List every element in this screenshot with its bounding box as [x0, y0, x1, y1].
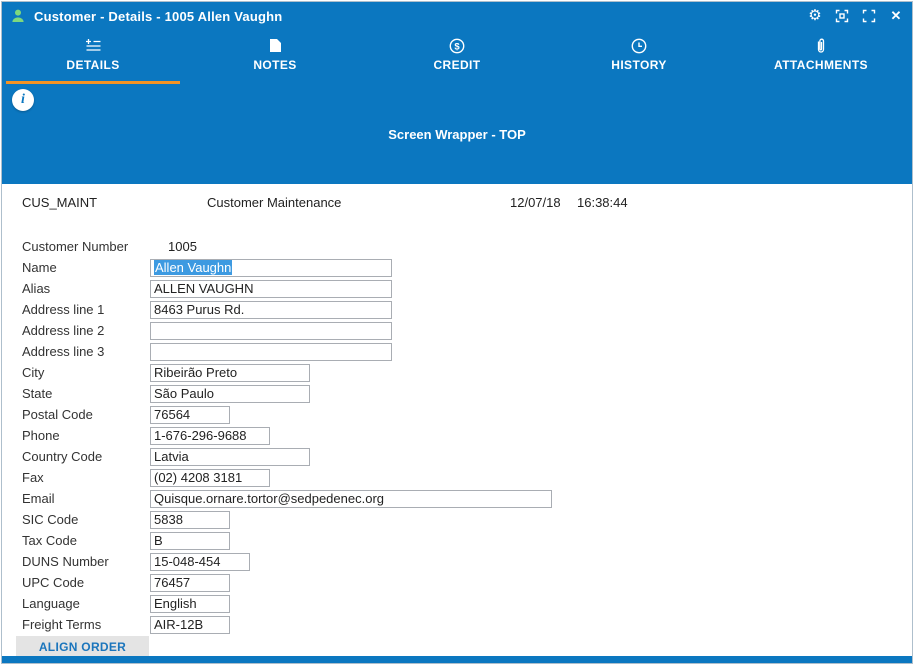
banner-text: Screen Wrapper - TOP	[388, 127, 526, 142]
alias-input[interactable]	[150, 280, 392, 298]
titlebar: Customer - Details - 1005 Allen Vaughn ⚙…	[2, 2, 912, 30]
phone-input[interactable]	[150, 427, 270, 445]
sic-code-input[interactable]	[150, 511, 230, 529]
tabbar: DETAILS NOTES $ CREDIT	[2, 30, 912, 84]
form-row-upc-code: UPC Code	[2, 572, 912, 593]
form-row-postal-code: Postal Code	[2, 404, 912, 425]
field-label-postal-code: Postal Code	[22, 407, 150, 422]
form-row-language: Language	[2, 593, 912, 614]
screen-wrapper-banner: i Screen Wrapper - TOP	[2, 84, 912, 184]
tab-notes-label: NOTES	[253, 58, 296, 72]
window-title: Customer - Details - 1005 Allen Vaughn	[34, 9, 282, 24]
upc-code-input[interactable]	[150, 574, 230, 592]
form-row-name: Name Allen Vaughn	[2, 257, 912, 278]
screen-header: CUS_MAINT Customer Maintenance 12/07/18 …	[2, 194, 912, 210]
form-row-tax-code: Tax Code	[2, 530, 912, 551]
field-label-freight-terms: Freight Terms	[22, 617, 150, 632]
field-label-address-line-1: Address line 1	[22, 302, 150, 317]
form-row-phone: Phone	[2, 425, 912, 446]
tab-details[interactable]: DETAILS	[2, 30, 184, 84]
bottom-accent-bar	[2, 656, 912, 663]
form-row-address-line-1: Address line 1	[2, 299, 912, 320]
field-label-duns-number: DUNS Number	[22, 554, 150, 569]
field-label-alias: Alias	[22, 281, 150, 296]
address-line-1-input[interactable]	[150, 301, 392, 319]
svg-text:$: $	[454, 41, 460, 52]
tab-details-label: DETAILS	[66, 58, 119, 72]
screen-title: Customer Maintenance	[207, 195, 510, 210]
screen-time: 16:38:44	[577, 195, 628, 210]
field-label-phone: Phone	[22, 428, 150, 443]
paperclip-icon	[815, 37, 827, 54]
form-row-fax: Fax	[2, 467, 912, 488]
field-label-state: State	[22, 386, 150, 401]
field-label-fax: Fax	[22, 470, 150, 485]
name-input[interactable]: Allen Vaughn	[150, 259, 392, 277]
tab-notes[interactable]: NOTES	[184, 30, 366, 84]
field-value-customer-number: 1005	[150, 239, 197, 254]
email-input[interactable]	[150, 490, 552, 508]
selected-text: Allen Vaughn	[154, 260, 232, 275]
freight-terms-input[interactable]	[150, 616, 230, 634]
info-icon[interactable]: i	[12, 89, 34, 111]
form-row-state: State	[2, 383, 912, 404]
form-rows: Customer Number1005NameAllen VaughnAlias…	[2, 236, 912, 635]
titlebar-controls: ⚙ ✕	[807, 8, 904, 24]
maximize-icon[interactable]	[861, 8, 877, 24]
form-row-address-line-2: Address line 2	[2, 320, 912, 341]
form-row-duns-number: DUNS Number	[2, 551, 912, 572]
clock-icon	[631, 37, 647, 54]
customer-person-icon	[10, 8, 26, 24]
field-label-address-line-3: Address line 3	[22, 344, 150, 359]
tab-attachments[interactable]: ATTACHMENTS	[730, 30, 912, 84]
address-line-2-input[interactable]	[150, 322, 392, 340]
tab-history[interactable]: HISTORY	[548, 30, 730, 84]
program-code: CUS_MAINT	[22, 195, 207, 210]
fax-input[interactable]	[150, 469, 270, 487]
field-label-upc-code: UPC Code	[22, 575, 150, 590]
country-code-input[interactable]	[150, 448, 310, 466]
field-label-tax-code: Tax Code	[22, 533, 150, 548]
duns-number-input[interactable]	[150, 553, 250, 571]
dollar-circle-icon: $	[449, 37, 465, 54]
form-row-email: Email	[2, 488, 912, 509]
customer-details-window: Customer - Details - 1005 Allen Vaughn ⚙…	[1, 1, 913, 664]
field-label-name: Name	[22, 260, 150, 275]
form-row-sic-code: SIC Code	[2, 509, 912, 530]
content-area: CUS_MAINT Customer Maintenance 12/07/18 …	[2, 184, 912, 656]
tab-history-label: HISTORY	[611, 58, 666, 72]
tab-credit[interactable]: $ CREDIT	[366, 30, 548, 84]
field-label-language: Language	[22, 596, 150, 611]
settings-gear-icon[interactable]: ⚙	[807, 8, 823, 24]
state-input[interactable]	[150, 385, 310, 403]
field-label-country-code: Country Code	[22, 449, 150, 464]
fit-screen-icon[interactable]	[834, 8, 850, 24]
screen-date: 12/07/18	[510, 195, 577, 210]
form-row-city: City	[2, 362, 912, 383]
note-document-icon	[268, 37, 282, 54]
tab-credit-label: CREDIT	[433, 58, 480, 72]
city-input[interactable]	[150, 364, 310, 382]
form-row-freight-terms: Freight Terms	[2, 614, 912, 635]
form-row-customer-number: Customer Number1005	[2, 236, 912, 257]
field-label-customer-number: Customer Number	[22, 239, 150, 254]
field-label-address-line-2: Address line 2	[22, 323, 150, 338]
form-row-address-line-3: Address line 3	[2, 341, 912, 362]
details-form-icon	[85, 37, 102, 54]
tax-code-input[interactable]	[150, 532, 230, 550]
close-icon[interactable]: ✕	[888, 8, 904, 24]
field-label-sic-code: SIC Code	[22, 512, 150, 527]
field-label-email: Email	[22, 491, 150, 506]
tab-attachments-label: ATTACHMENTS	[774, 58, 868, 72]
form-row-country-code: Country Code	[2, 446, 912, 467]
field-label-city: City	[22, 365, 150, 380]
address-line-3-input[interactable]	[150, 343, 392, 361]
language-input[interactable]	[150, 595, 230, 613]
align-order-button[interactable]: ALIGN ORDER	[16, 636, 149, 656]
form-row-alias: Alias	[2, 278, 912, 299]
postal-code-input[interactable]	[150, 406, 230, 424]
